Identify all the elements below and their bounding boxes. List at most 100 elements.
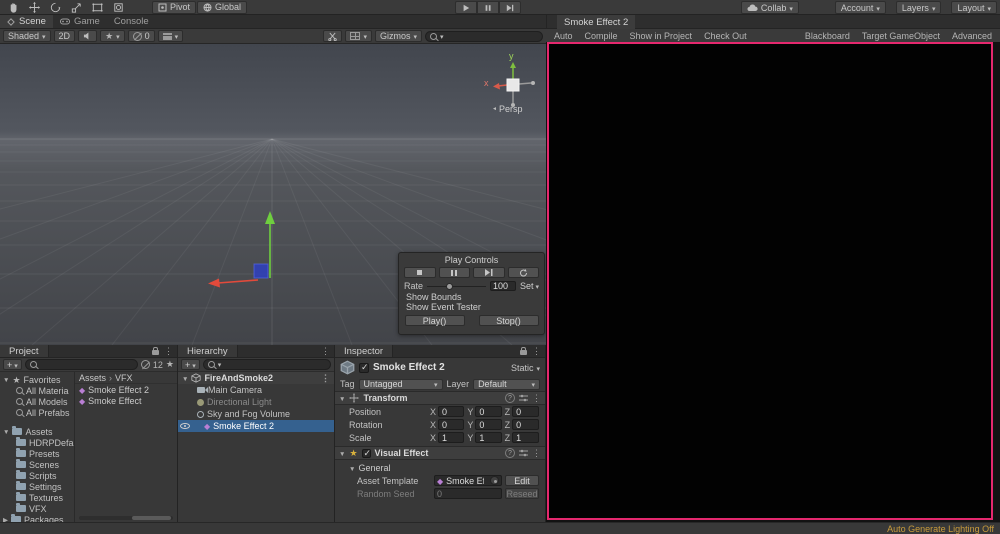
rate-value-field[interactable]: 100 <box>489 281 516 291</box>
audio-toggle-button[interactable] <box>78 30 98 42</box>
tab-project[interactable]: Project <box>0 345 49 357</box>
favorite-item[interactable]: All Models <box>0 396 74 407</box>
foldout-icon[interactable] <box>3 426 9 437</box>
presets-icon[interactable] <box>519 394 528 402</box>
foldout-icon[interactable] <box>3 374 9 385</box>
scale-tool-button[interactable] <box>66 1 86 14</box>
panel-menu-icon[interactable] <box>321 346 330 357</box>
tab-inspector[interactable]: Inspector <box>335 345 394 357</box>
rate-slider[interactable] <box>427 282 486 290</box>
transform-tool-button[interactable] <box>108 1 128 14</box>
tool-settings-button[interactable] <box>323 30 343 42</box>
random-seed-field[interactable]: 0 <box>434 488 502 499</box>
project-search-input[interactable] <box>24 359 138 370</box>
active-checkbox[interactable] <box>359 362 369 373</box>
object-picker-icon[interactable] <box>490 476 499 485</box>
hierarchy-item-sky-fog-volume[interactable]: Sky and Fog Volume <box>178 408 334 420</box>
breadcrumb-current[interactable]: VFX <box>115 373 133 383</box>
component-enabled-checkbox[interactable] <box>361 448 371 459</box>
lock-icon[interactable] <box>520 347 527 355</box>
play-button[interactable] <box>455 1 477 14</box>
layer-dropdown[interactable]: Default <box>473 378 540 390</box>
scene-viewport[interactable]: y x Persp Play Controls <box>0 44 546 345</box>
vfx-advanced-dropdown[interactable]: Advanced <box>952 31 992 41</box>
visual-effect-component-header[interactable]: Visual Effect <box>335 446 545 460</box>
hierarchy-search-input[interactable] <box>202 359 331 370</box>
pivot-toggle-button[interactable]: Pivot <box>152 0 197 14</box>
vfx-compile-button[interactable]: Compile <box>585 31 618 41</box>
tab-game[interactable]: Game <box>53 15 107 28</box>
component-menu-icon[interactable] <box>532 393 541 404</box>
orientation-gizmo[interactable]: y x Persp <box>484 51 540 118</box>
asset-row[interactable]: Smoke Effect <box>75 395 177 406</box>
static-dropdown[interactable]: Static <box>511 363 540 373</box>
show-event-tester-toggle[interactable]: Show Event Tester <box>404 302 539 312</box>
folder-item[interactable]: Scenes <box>0 459 74 470</box>
folder-item[interactable]: Scripts <box>0 470 74 481</box>
foldout-icon[interactable] <box>3 514 8 522</box>
layers-dropdown[interactable]: Layers <box>895 1 942 14</box>
asset-template-field[interactable]: Smoke Effect <box>434 475 502 486</box>
transform-component-header[interactable]: Transform <box>335 391 545 405</box>
collab-dropdown[interactable]: Collab <box>740 1 799 14</box>
transform-gizmo[interactable] <box>200 174 290 294</box>
panel-menu-icon[interactable] <box>532 346 541 357</box>
help-icon[interactable] <box>505 448 515 458</box>
vfx-target-gameobject-toggle[interactable]: Target GameObject <box>862 31 940 41</box>
play-event-button[interactable]: Play() <box>404 315 465 326</box>
position-y-field[interactable]: 0 <box>475 406 502 417</box>
hierarchy-add-button[interactable]: + <box>181 359 200 370</box>
rotation-x-field[interactable]: 0 <box>438 419 465 430</box>
hierarchy-item-smoke-effect-2[interactable]: Smoke Effect 2 <box>178 420 334 432</box>
folder-item[interactable]: Textures <box>0 492 74 503</box>
rotation-z-field[interactable]: 0 <box>512 419 539 430</box>
effects-dropdown[interactable] <box>100 30 125 42</box>
favorites-root[interactable]: Favorites <box>0 374 74 385</box>
hierarchy-scene-root[interactable]: FireAndSmoke2 <box>178 372 334 384</box>
hierarchy-item-main-camera[interactable]: Main Camera <box>178 384 334 396</box>
account-dropdown[interactable]: Account <box>834 1 886 14</box>
scale-y-field[interactable]: 1 <box>475 432 502 443</box>
packages-root[interactable]: Packages <box>0 514 74 522</box>
pause-button[interactable] <box>477 1 499 14</box>
perspective-toggle[interactable]: Persp <box>492 104 523 114</box>
show-bounds-toggle[interactable]: Show Bounds <box>404 292 539 302</box>
breadcrumb-root[interactable]: Assets <box>79 373 106 383</box>
scene-menu-icon[interactable] <box>321 373 334 383</box>
visibility-eye-icon[interactable] <box>180 423 190 429</box>
tab-hierarchy[interactable]: Hierarchy <box>178 345 238 357</box>
auto-generate-lighting-status[interactable]: Auto Generate Lighting Off <box>887 524 1000 534</box>
gizmos-dropdown[interactable]: Gizmos <box>374 30 422 42</box>
folder-item[interactable]: Settings <box>0 481 74 492</box>
project-add-button[interactable]: + <box>3 359 22 370</box>
tab-vfx-graph[interactable]: Smoke Effect 2 <box>557 15 636 29</box>
camera-settings-dropdown[interactable] <box>157 30 184 42</box>
asset-row[interactable]: Smoke Effect 2 <box>75 384 177 395</box>
hand-tool-button[interactable] <box>3 1 23 14</box>
hidden-count-icon[interactable] <box>140 360 150 369</box>
layout-dropdown[interactable]: Layout <box>951 1 997 14</box>
folder-item[interactable]: HDRPDefa <box>0 437 74 448</box>
rotation-y-field[interactable]: 0 <box>475 419 502 430</box>
vfx-check-out-button[interactable]: Check Out <box>704 31 747 41</box>
vfx-restart-button[interactable] <box>507 267 539 278</box>
vfx-stop-button[interactable] <box>404 267 436 278</box>
component-menu-icon[interactable] <box>532 448 541 459</box>
vfx-graph-canvas[interactable] <box>547 42 993 520</box>
assets-root[interactable]: Assets <box>0 426 74 437</box>
general-foldout[interactable]: General <box>335 462 545 474</box>
foldout-icon[interactable] <box>339 393 345 404</box>
2d-toggle-button[interactable]: 2D <box>53 30 76 42</box>
position-x-field[interactable]: 0 <box>438 406 465 417</box>
save-search-icon[interactable] <box>166 359 174 370</box>
scale-x-field[interactable]: 1 <box>438 432 465 443</box>
foldout-icon[interactable] <box>182 373 188 384</box>
step-button[interactable] <box>499 1 521 14</box>
foldout-icon[interactable] <box>339 448 345 459</box>
draw-mode-dropdown[interactable]: Shaded <box>3 30 51 42</box>
lock-icon[interactable] <box>152 347 159 355</box>
folder-item[interactable]: Presets <box>0 448 74 459</box>
tab-scene[interactable]: Scene <box>0 15 53 28</box>
position-z-field[interactable]: 0 <box>512 406 539 417</box>
stop-event-button[interactable]: Stop() <box>478 315 539 326</box>
